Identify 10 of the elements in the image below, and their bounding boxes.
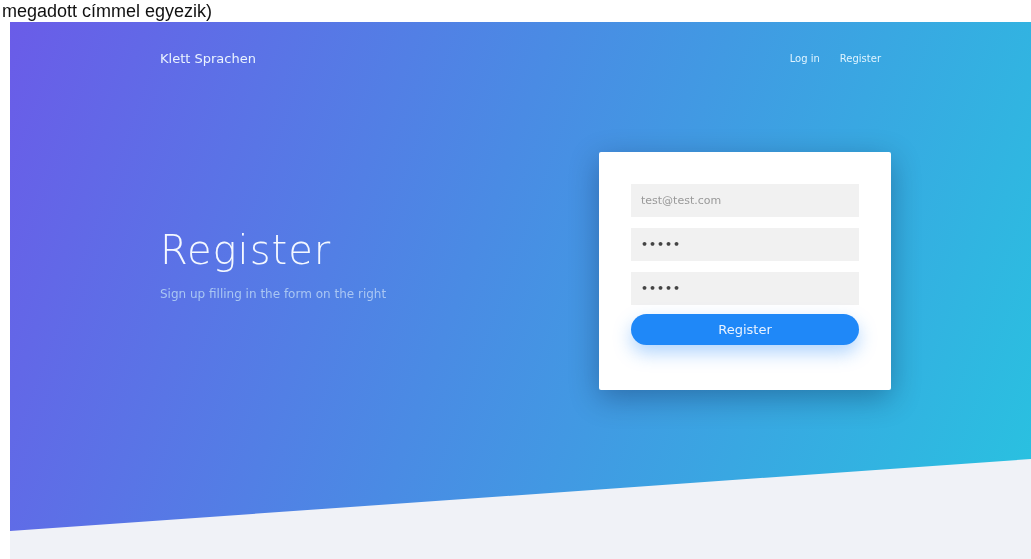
password-field[interactable]: ••••• [631,228,859,261]
password-field[interactable]: ••••• [631,272,859,305]
caption-text: megadott címmel egyezik) [1,0,214,22]
register-button[interactable]: Register [631,314,859,345]
subtitle-text: Sign up filling in the form on the right [160,287,387,301]
nav-link[interactable]: Log in [789,52,820,64]
page-title: Register [160,227,333,273]
email-field[interactable]: test@test.com [631,184,859,217]
brand-text: Klett Sprachen [160,50,256,66]
nav-link[interactable]: Register [839,52,881,64]
